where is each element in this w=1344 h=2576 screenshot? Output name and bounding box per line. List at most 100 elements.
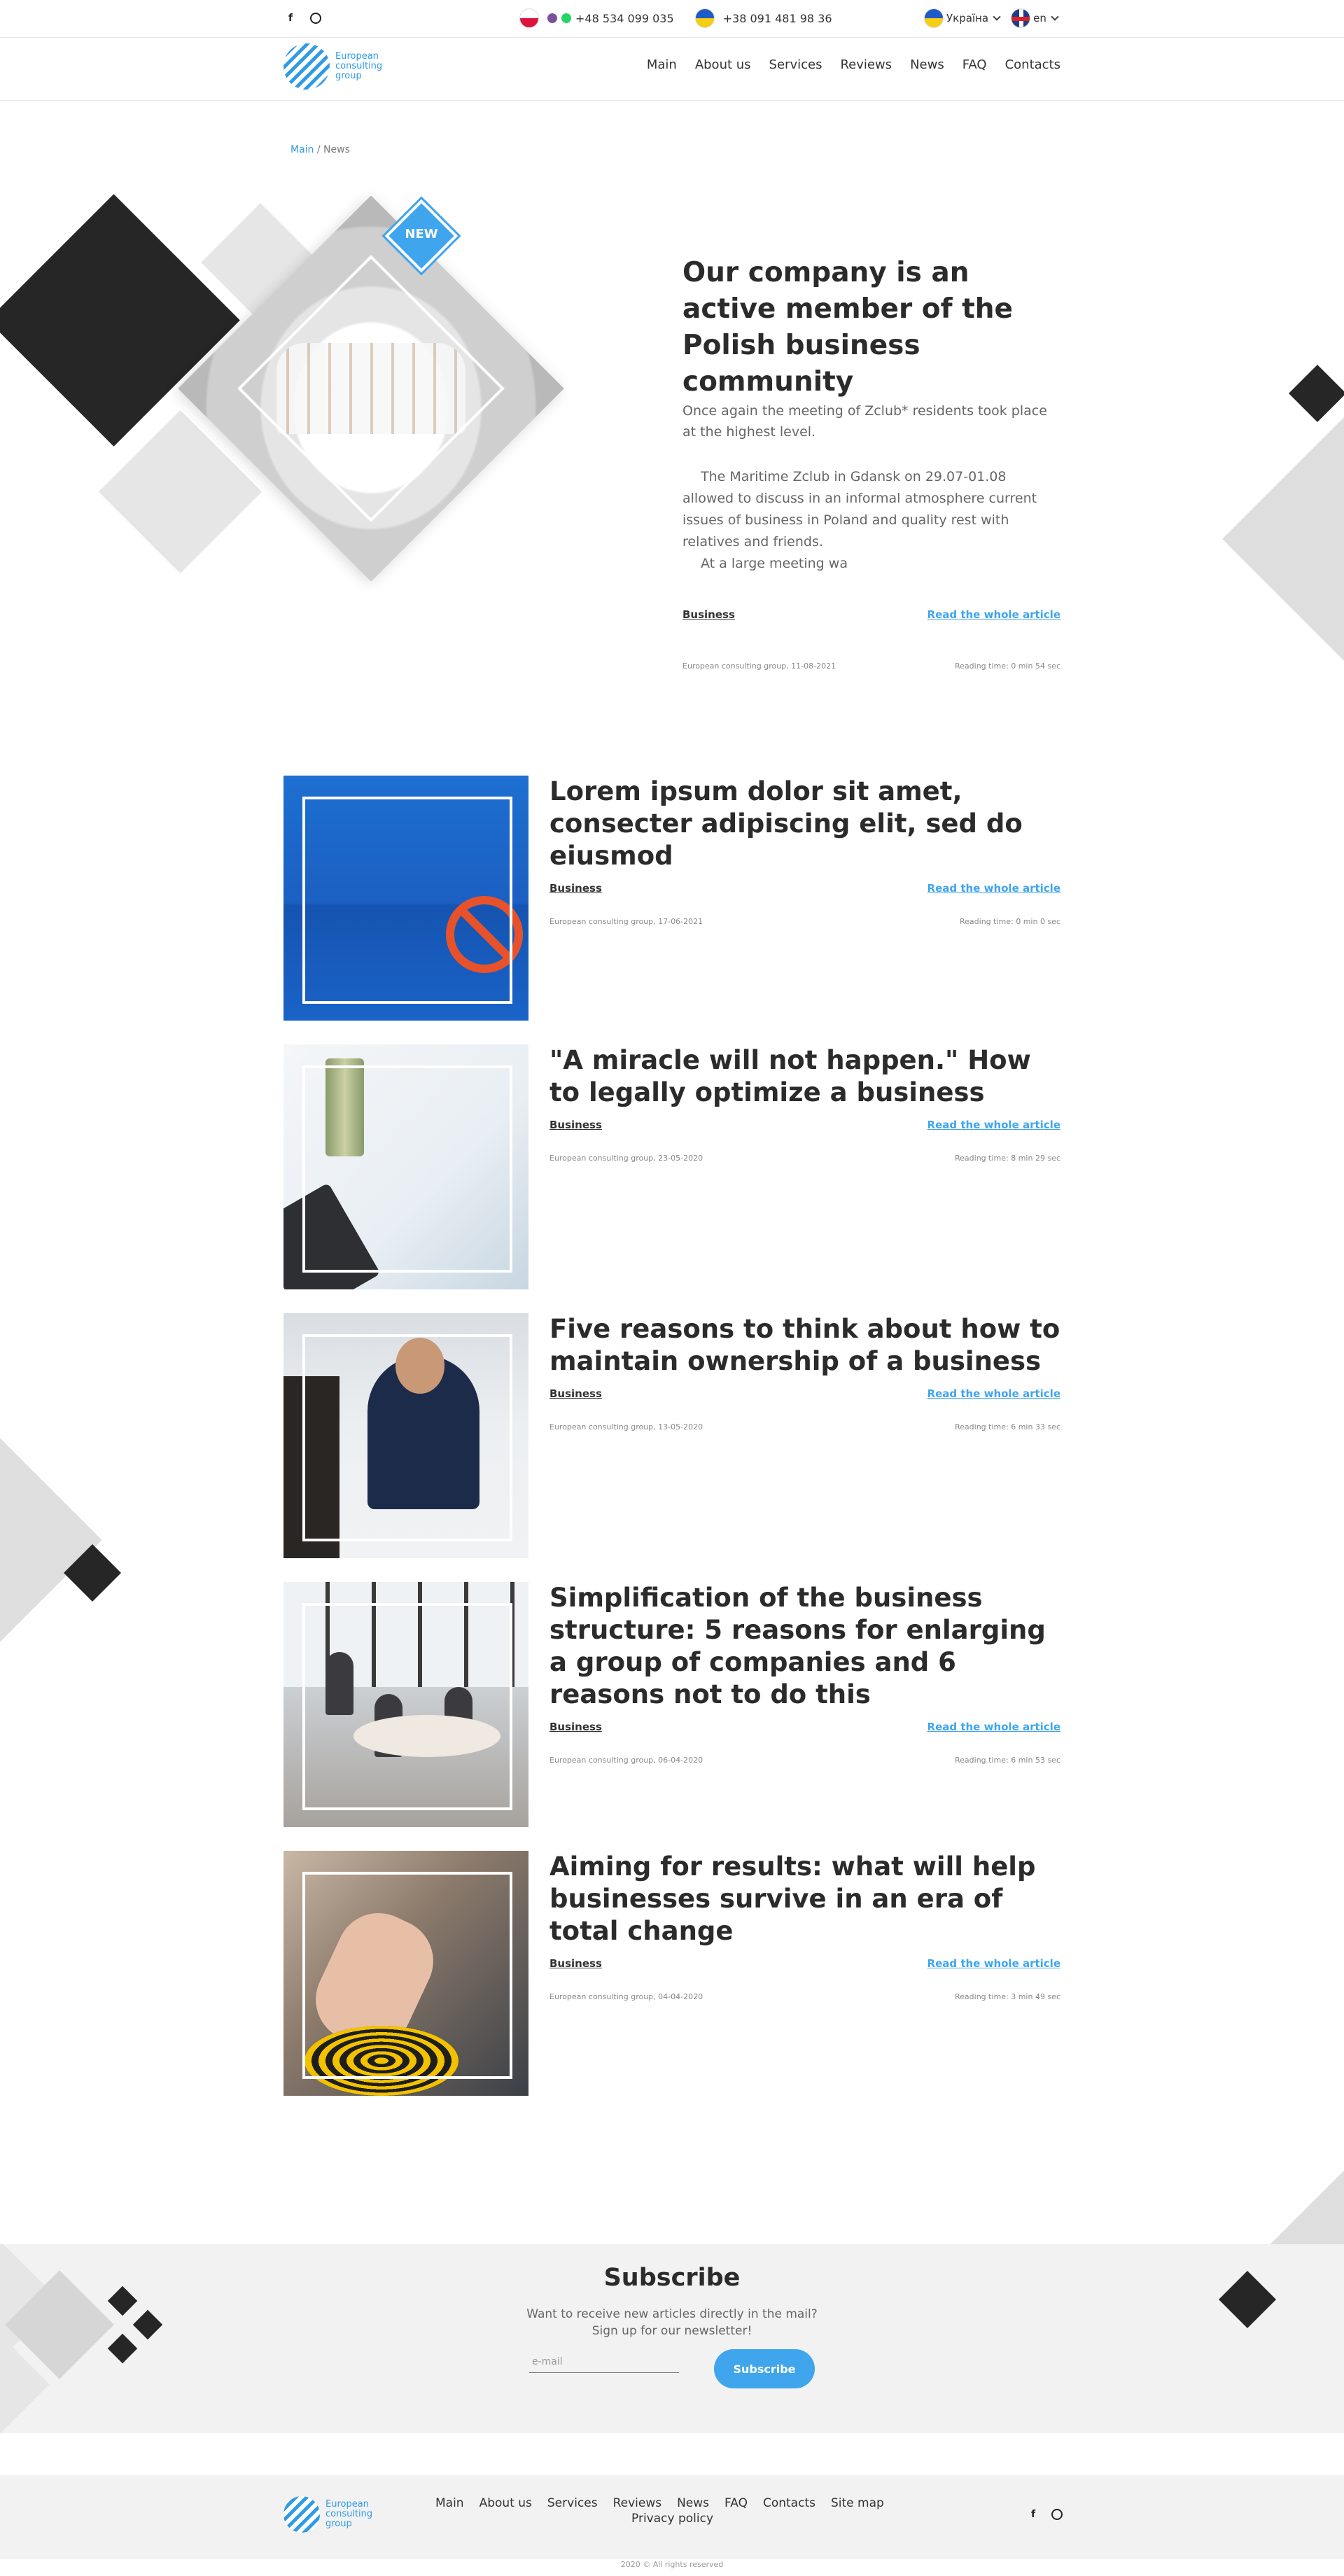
subscribe-description-line1: Want to receive new articles directly in… [526,2307,818,2321]
footer-logo[interactable]: European consulting group [284,2496,374,2533]
nav-services[interactable]: Services [769,57,822,72]
ukraine-flag-icon [924,8,944,28]
article-info: European consulting group, 13-05-2020 Re… [550,1422,1060,1432]
article-category[interactable]: Business [550,882,602,895]
instagram-icon[interactable] [309,11,323,25]
article-category[interactable]: Business [550,1721,602,1733]
article-thumbnail[interactable] [284,1313,528,1558]
subscribe-section: Subscribe Want to receive new articles d… [0,2244,1344,2433]
subscribe-description-line2: Sign up for our newsletter! [592,2324,752,2338]
article-read-more[interactable]: Read the whole article [927,1957,1060,1970]
facebook-icon[interactable]: f [1026,2507,1040,2521]
footer-logo-text: European consulting group [326,2499,373,2529]
footer-nav-reviews[interactable]: Reviews [613,2496,662,2510]
featured-lead: Once again the meeting of Zclub* residen… [682,403,1047,440]
article-meta: Business Read the whole article [550,1721,1060,1733]
footer-nav: Main About us Services Reviews News FAQ … [435,2496,911,2526]
article-card: Simplification of the business structure… [284,1582,1060,1827]
featured-body-continued: At a large meeting wa [701,556,848,571]
thumbnail-frame [302,1065,512,1273]
chevron-down-icon [1051,13,1059,21]
article-card: "A miracle will not happen." How to lega… [284,1044,1060,1289]
featured-read-more[interactable]: Read the whole article [927,608,1060,621]
nav-about-us[interactable]: About us [695,57,751,72]
chevron-down-icon [993,13,1001,21]
article-category[interactable]: Business [550,1387,602,1400]
article-read-more[interactable]: Read the whole article [927,1387,1060,1400]
viber-icon[interactable] [547,13,557,23]
article-source-date: European consulting group, 17-06-2021 [550,917,704,926]
article-title[interactable]: Simplification of the business structure… [550,1582,1060,1711]
article-source-date: European consulting group, 23-05-2020 [550,1154,704,1163]
article-card: Aiming for results: what will help busin… [284,1851,1060,2096]
locale-selectors: Україна en [924,8,1069,28]
subscribe-button[interactable]: Subscribe [714,2349,815,2388]
instagram-icon[interactable] [1050,2507,1064,2521]
poland-flag-icon [519,8,539,28]
thumbnail-frame [302,1334,512,1541]
article-info: European consulting group, 06-04-2020 Re… [550,1756,1060,1765]
copyright: 2020 © All rights reserved [620,2560,724,2569]
nav-main[interactable]: Main [647,57,677,72]
footer-nav-main[interactable]: Main [435,2496,464,2510]
featured-category[interactable]: Business [682,608,735,621]
phone-poland[interactable]: +48 534 099 035 [575,12,674,25]
article-thumbnail[interactable] [284,1582,528,1827]
article-category[interactable]: Business [550,1957,602,1970]
article-read-more[interactable]: Read the whole article [927,1721,1060,1733]
footer-nav-services[interactable]: Services [547,2496,598,2510]
article-info: European consulting group, 17-06-2021 Re… [550,917,1060,926]
language-selector[interactable]: en [1011,8,1059,28]
footer-nav-about-us[interactable]: About us [479,2496,532,2510]
article-reading-time: Reading time: 8 min 29 sec [955,1154,1060,1163]
site-logo[interactable]: European consulting group [284,43,384,90]
article-source-date: European consulting group, 06-04-2020 [550,1756,704,1765]
phone-ukraine[interactable]: +38 091 481 98 36 [723,12,832,25]
breadcrumb-current: News [323,144,350,155]
footer-nav-site-map[interactable]: Site map [831,2496,884,2510]
featured-title[interactable]: Our company is an active member of the P… [682,255,1060,400]
new-badge-label: NEW [405,227,438,241]
featured-article: Our company is an active member of the P… [682,255,1060,671]
email-input[interactable] [529,2351,679,2373]
whatsapp-icon[interactable] [561,13,571,23]
language-label: en [1033,12,1046,24]
footer-nav-news[interactable]: News [677,2496,709,2510]
footer-nav-contacts[interactable]: Contacts [763,2496,816,2510]
article-thumbnail[interactable] [284,1851,528,2096]
subscribe-title: Subscribe [603,2264,741,2292]
nav-contacts[interactable]: Contacts [1005,57,1060,72]
article-info: European consulting group, 04-04-2020 Re… [550,1992,1060,2001]
article-source-date: European consulting group, 13-05-2020 [550,1422,704,1432]
article-source-date: European consulting group, 04-04-2020 [550,1992,704,2001]
decor-diamond [1288,364,1344,423]
footer-privacy-policy[interactable]: Privacy policy [435,2512,911,2526]
article-title[interactable]: Lorem ipsum dolor sit amet, consecter ad… [550,776,1060,872]
decor-diamond [107,2333,138,2364]
article-title[interactable]: Aiming for results: what will help busin… [550,1851,1060,1947]
facebook-icon[interactable]: f [284,11,298,25]
decor-diamond [0,1431,102,1649]
thumbnail-frame [302,1872,512,2079]
region-selector[interactable]: Україна [924,8,1001,28]
top-social-links: f [284,11,323,25]
logo-waves-icon [284,43,330,90]
featured-body: The Maritime Zclub in Gdansk on 29.07-01… [682,469,1037,550]
top-bar: f +48 534 099 035 +38 091 481 98 36 Укра… [0,0,1344,38]
footer-social-links: f [1026,2507,1064,2521]
breadcrumb-main[interactable]: Main [290,144,314,155]
article-thumbnail[interactable] [284,1044,528,1289]
article-category[interactable]: Business [550,1119,602,1131]
footer-nav-faq[interactable]: FAQ [724,2496,748,2510]
article-title[interactable]: "A miracle will not happen." How to lega… [550,1044,1060,1109]
article-thumbnail[interactable] [284,776,528,1021]
article-reading-time: Reading time: 6 min 33 sec [955,1422,1060,1432]
nav-news[interactable]: News [910,57,944,72]
nav-reviews[interactable]: Reviews [840,57,892,72]
nav-faq[interactable]: FAQ [962,57,987,72]
article-info: European consulting group, 23-05-2020 Re… [550,1154,1060,1163]
article-read-more[interactable]: Read the whole article [927,1119,1060,1131]
article-read-more[interactable]: Read the whole article [927,882,1060,895]
article-title[interactable]: Five reasons to think about how to maint… [550,1313,1060,1378]
breadcrumb-separator: / [314,144,324,155]
